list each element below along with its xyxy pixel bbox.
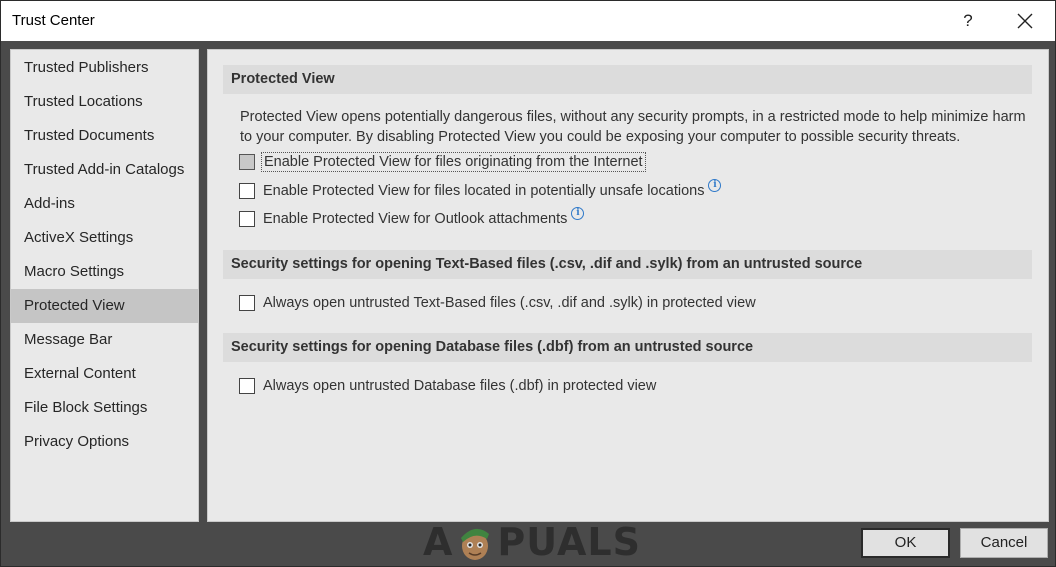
option-label: Always open untrusted Text-Based files (… [263, 295, 756, 311]
sidebar-item-file-block-settings[interactable]: File Block Settings [11, 391, 198, 425]
info-icon[interactable]: i [571, 206, 585, 220]
sidebar-item-activex-settings[interactable]: ActiveX Settings [11, 221, 198, 255]
checkbox-unsafe-locations[interactable] [239, 183, 255, 199]
appuals-watermark: A PUALS [423, 517, 641, 567]
option-unsafe-locations[interactable]: Enable Protected View for files located … [239, 178, 722, 201]
option-label: Enable Protected View for files located … [263, 183, 705, 199]
main-panel: Protected View Protected View opens pote… [207, 49, 1049, 522]
section-header-protected-view: Protected View [223, 65, 1032, 94]
sidebar-nav: Trusted Publishers Trusted Locations Tru… [10, 49, 199, 522]
section-header-text-based: Security settings for opening Text-Based… [223, 250, 1032, 279]
sidebar-item-macro-settings[interactable]: Macro Settings [11, 255, 198, 289]
help-button[interactable]: ? [956, 8, 980, 34]
option-internet-files[interactable]: Enable Protected View for files originat… [239, 152, 646, 172]
sidebar-item-trusted-documents[interactable]: Trusted Documents [11, 119, 198, 153]
close-icon [1017, 13, 1033, 29]
sidebar-item-message-bar[interactable]: Message Bar [11, 323, 198, 357]
sidebar-item-trusted-publishers[interactable]: Trusted Publishers [11, 51, 198, 85]
window-title: Trust Center [12, 12, 95, 29]
trust-center-dialog: Trust Center ? Trusted Publishers Truste… [0, 0, 1056, 567]
sidebar-item-trusted-locations[interactable]: Trusted Locations [11, 85, 198, 119]
watermark-text-left: A [423, 520, 454, 564]
protected-view-description: Protected View opens potentially dangero… [240, 109, 1026, 145]
watermark-text-right: PUALS [497, 520, 641, 564]
option-label: Enable Protected View for files originat… [261, 152, 646, 172]
checkbox-database-files[interactable] [239, 378, 255, 394]
option-text-based-files[interactable]: Always open untrusted Text-Based files (… [239, 293, 756, 313]
title-bar: Trust Center ? [1, 1, 1055, 41]
option-database-files[interactable]: Always open untrusted Database files (.d… [239, 376, 656, 396]
checkbox-outlook-attachments[interactable] [239, 211, 255, 227]
section-header-database: Security settings for opening Database f… [223, 333, 1032, 362]
cancel-button[interactable]: Cancel [960, 528, 1048, 558]
sidebar-item-external-content[interactable]: External Content [11, 357, 198, 391]
option-label: Always open untrusted Database files (.d… [263, 378, 657, 394]
mascot-logo-icon [461, 528, 490, 560]
info-icon[interactable]: i [708, 178, 722, 192]
close-button[interactable] [1009, 6, 1041, 36]
checkbox-text-based-files[interactable] [239, 295, 255, 311]
sidebar-item-addins[interactable]: Add-ins [11, 187, 198, 221]
ok-button[interactable]: OK [861, 528, 950, 558]
checkbox-internet-files[interactable] [239, 154, 255, 170]
sidebar-item-protected-view[interactable]: Protected View [11, 289, 198, 323]
sidebar-item-privacy-options[interactable]: Privacy Options [11, 425, 198, 459]
option-outlook-attachments[interactable]: Enable Protected View for Outlook attach… [239, 206, 585, 229]
option-label: Enable Protected View for Outlook attach… [263, 211, 568, 227]
sidebar-item-trusted-addin-catalogs[interactable]: Trusted Add-in Catalogs [11, 153, 198, 187]
